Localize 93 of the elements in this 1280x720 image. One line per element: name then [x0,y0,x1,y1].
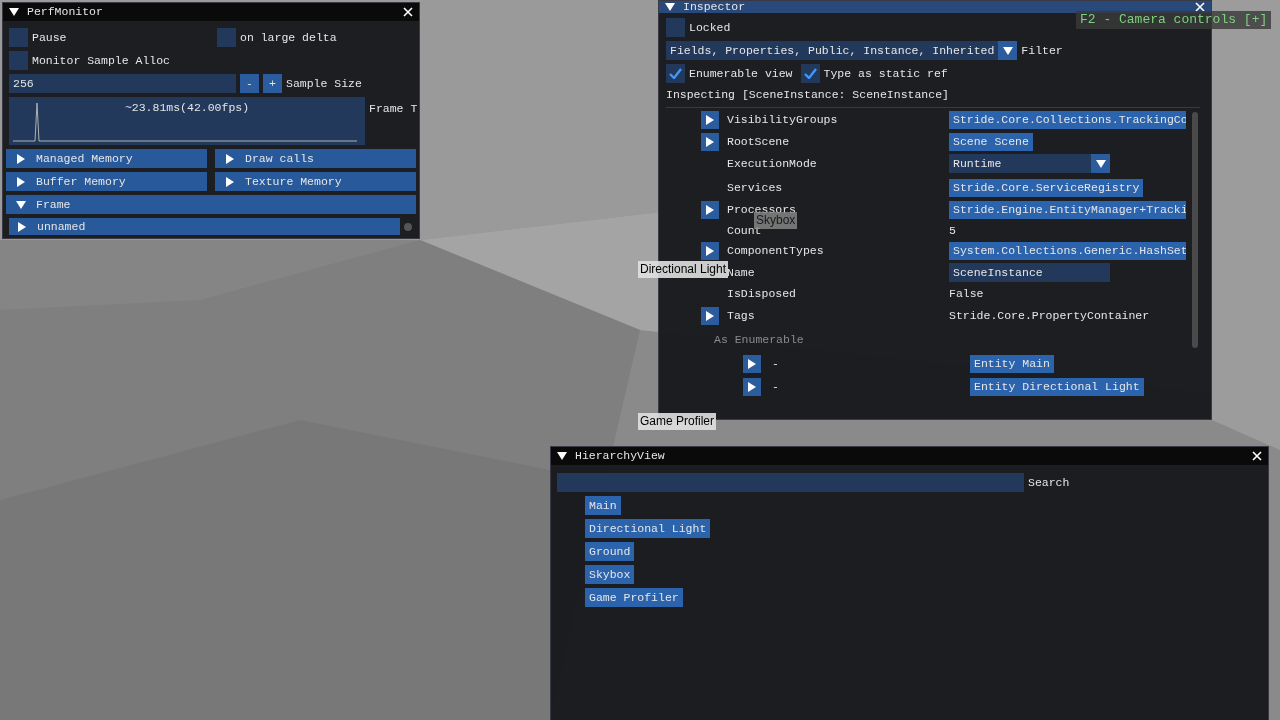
scrollbar-thumb[interactable] [404,222,412,231]
dropdown[interactable]: Runtime [949,154,1110,173]
input-field[interactable]: 256 [9,74,236,93]
search-field[interactable] [557,473,1024,492]
close-icon[interactable] [1252,451,1262,461]
collapsing-header[interactable]: Draw calls [215,149,416,168]
collapse-icon [16,199,26,210]
dropdown-arrow-icon [1095,158,1106,169]
value-button[interactable]: Entity Main [970,354,1054,373]
checkbox-label: Monitor Sample Alloc [32,52,171,69]
property-value: Stride.Core.PropertyContainer [949,308,1150,325]
plot-caption: ~23.81ms(42.00fps) [123,100,251,116]
plus-button[interactable]: + [263,74,282,93]
tree-item[interactable]: Skybox [585,565,635,584]
checkbox[interactable] [800,64,820,83]
close-icon[interactable] [403,7,413,17]
item-name: - [772,378,780,395]
collapsing-header[interactable]: Texture Memory [215,172,416,191]
expand-icon [747,358,757,369]
property-name: Services [727,179,784,196]
expand-icon [705,136,715,147]
property-value: 5 [949,222,956,239]
input-field[interactable]: SceneInstance [949,263,1110,282]
expand-icon [705,311,715,321]
expand-icon [747,381,757,392]
collapse-icon [665,2,675,12]
expand-icon [225,176,235,187]
close-icon[interactable] [1195,2,1205,12]
property-name: VisibilityGroups [727,111,839,128]
field-label: Search [1028,474,1070,491]
property-name: Tags [727,308,756,325]
checkbox[interactable] [666,64,685,83]
expand-button[interactable] [701,307,719,325]
tree-item[interactable]: Game Profiler [585,588,683,607]
tree-item[interactable]: Directional Light [585,519,711,538]
tree-item[interactable]: Ground [585,542,635,561]
value-button[interactable]: Stride.Core.Collections.TrackingCo [949,110,1186,129]
section-label: As Enumerable [713,332,805,348]
collapsing-header[interactable]: Frame [6,195,416,214]
expand-icon [705,205,715,215]
property-value: False [949,286,984,303]
checkbox[interactable] [9,28,28,47]
expand-icon [705,114,715,125]
item-name: - [772,355,780,372]
window-title: HierarchyView [575,448,666,465]
property-name: ComponentTypes [727,243,825,260]
expand-button[interactable] [701,110,719,129]
expand-button[interactable] [743,354,761,373]
checkbox[interactable] [9,51,28,70]
collapsing-header[interactable]: Managed Memory [6,149,207,168]
expand-button[interactable] [701,201,719,219]
dropdown-arrow-icon [1002,45,1013,56]
window-title: PerfMonitor [27,4,104,21]
value-button[interactable]: Entity Directional Light [970,377,1144,396]
expand-icon [705,246,715,256]
collapse-icon [557,451,567,461]
expand-icon [225,153,235,164]
checkbox-label: Pause [32,29,67,46]
scene-label: Directional Light [638,261,729,278]
value-button[interactable]: Stride.Core.ServiceRegistry [949,178,1144,197]
collapsing-header[interactable]: unnamed [9,218,400,235]
collapse-icon [9,7,19,17]
scrollbar[interactable] [1192,112,1198,348]
plot-label: Frame T [369,101,418,117]
checkbox-label: Enumerable view [689,65,793,82]
checkbox-label: on large delta [240,29,337,46]
minus-button[interactable]: - [240,74,259,93]
checkbox[interactable] [217,28,236,47]
field-label: Filter [1021,42,1063,59]
inspecting-label: Inspecting [SceneInstance: SceneInstance] [666,87,950,103]
expand-icon [16,176,26,187]
collapsing-header[interactable]: Buffer Memory [6,172,207,191]
property-name: ExecutionMode [727,155,818,172]
field-label: Sample Size [286,75,362,92]
expand-icon [17,221,27,232]
expand-button[interactable] [743,377,761,396]
value-button[interactable]: System.Collections.Generic.HashSet [949,242,1186,260]
property-name: Name [727,264,756,281]
property-name: RootScene [727,133,791,150]
scene-label: Game Profiler [638,413,717,430]
expand-button[interactable] [701,242,719,260]
window-title: Inspector [683,1,747,13]
value-button[interactable]: Scene Scene [949,132,1033,151]
tree-item[interactable]: Main [585,496,621,515]
scene-label: Skybox [754,212,798,229]
expand-button[interactable] [701,132,719,151]
checkbox-label: Locked [689,19,731,36]
checkbox[interactable] [666,18,685,37]
checkbox-label: Type as static ref [823,65,948,82]
property-name: IsDisposed [727,286,797,303]
expand-icon [16,153,26,164]
dropdown[interactable]: Fields, Properties, Public, Instance, Inherited [666,41,1018,60]
camera-hint: F2 - Camera controls [+] [1076,11,1272,29]
